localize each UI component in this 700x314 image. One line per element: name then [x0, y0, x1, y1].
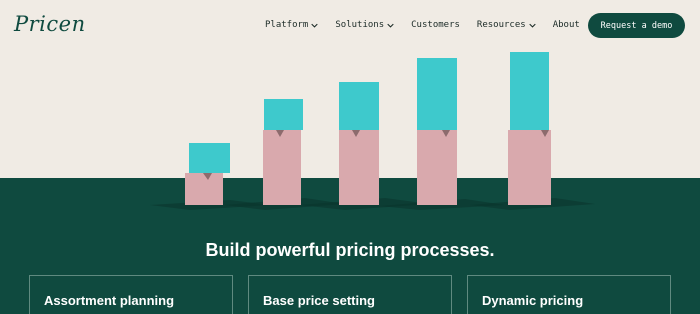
- hero-illustration: [150, 52, 595, 210]
- card-dynamic-pricing[interactable]: Dynamic pricing: [467, 275, 671, 314]
- bar-3-top: [339, 82, 379, 130]
- bar-5-top: [510, 52, 549, 130]
- bar-4-base: [417, 130, 457, 205]
- card-title: Base price setting: [263, 293, 375, 308]
- card-base-price-setting[interactable]: Base price setting: [248, 275, 452, 314]
- bar-1-top: [189, 143, 230, 173]
- bar-2-base: [263, 130, 301, 205]
- hero-headline: Build powerful pricing processes.: [205, 240, 495, 260]
- bar-5-base: [508, 130, 551, 205]
- bar-3-base: [339, 130, 379, 205]
- card-assortment-planning[interactable]: Assortment planning: [29, 275, 233, 314]
- bar-2-top: [264, 99, 303, 130]
- bar-4-top: [417, 58, 457, 130]
- bar-1-base: [185, 173, 223, 205]
- card-title: Assortment planning: [44, 293, 175, 308]
- card-title: Dynamic pricing: [482, 293, 584, 308]
